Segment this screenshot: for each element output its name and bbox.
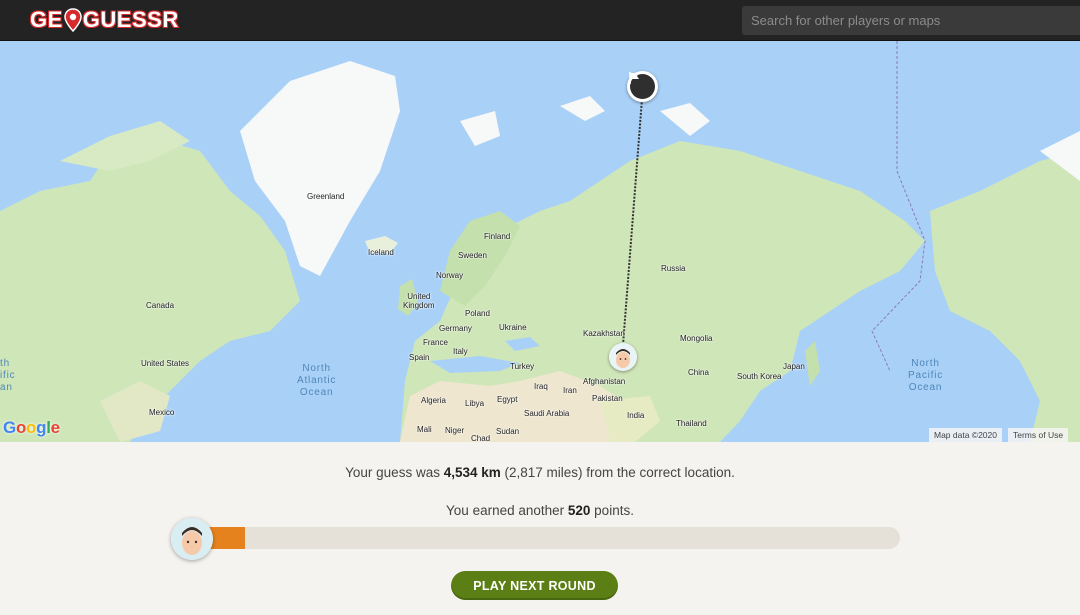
play-next-round-button[interactable]: PLAY NEXT ROUND: [451, 571, 618, 600]
label-poland: Poland: [465, 309, 490, 318]
logo-text-left: GE: [29, 6, 63, 33]
label-chad: Chad: [471, 434, 491, 442]
top-navigation-bar: GE GUESSR: [0, 0, 1080, 41]
map-data-attribution: Map data ©2020: [929, 428, 1002, 442]
location-pin-icon: [64, 8, 82, 32]
player-avatar-icon: [609, 343, 637, 371]
label-iraq: Iraq: [534, 382, 548, 391]
label-greenland: Greenland: [307, 192, 345, 201]
label-spain: Spain: [409, 353, 430, 362]
label-algeria: Algeria: [421, 396, 446, 405]
label-japan: Japan: [783, 362, 805, 371]
label-united-states: United States: [141, 359, 190, 368]
label-germany: Germany: [439, 324, 472, 333]
search-input[interactable]: [742, 6, 1080, 35]
points-message: You earned another 520 points.: [0, 503, 1080, 518]
label-kazakhstan: Kazakhstan: [583, 329, 625, 338]
label-mali: Mali: [417, 425, 432, 434]
distance-message: Your guess was 4,534 km (2,817 miles) fr…: [0, 465, 1080, 480]
points-suffix: points.: [590, 503, 634, 518]
label-sweden: Sweden: [458, 251, 487, 260]
player-avatar-icon: [171, 518, 213, 560]
label-saudi-arabia: Saudi Arabia: [524, 409, 570, 418]
label-norway: Norway: [436, 271, 464, 280]
label-afghanistan: Afghanistan: [583, 377, 626, 386]
label-canada: Canada: [146, 301, 175, 310]
geoguessr-logo[interactable]: GE GUESSR: [29, 6, 179, 33]
distance-miles: (2,817 miles) from the correct location.: [500, 465, 735, 480]
label-finland: Finland: [484, 232, 511, 241]
label-china: China: [688, 368, 709, 377]
result-map[interactable]: Greenland Iceland Finland Sweden Norway …: [0, 41, 1080, 442]
score-progress-bar: [183, 527, 900, 549]
flag-icon: [629, 72, 655, 99]
label-italy: Italy: [453, 347, 468, 356]
google-logo[interactable]: Google: [3, 418, 60, 438]
guess-location-marker[interactable]: [609, 343, 637, 371]
label-russia: Russia: [661, 264, 686, 273]
label-libya: Libya: [465, 399, 485, 408]
terms-of-use-link[interactable]: Terms of Use: [1008, 428, 1069, 442]
label-niger: Niger: [445, 426, 465, 435]
correct-location-marker[interactable]: [627, 71, 658, 102]
label-north-atlantic-ocean: North Atlantic Ocean: [297, 363, 337, 398]
player-avatar: [171, 518, 213, 560]
distance-prefix: Your guess was: [345, 465, 444, 480]
label-iceland: Iceland: [368, 248, 394, 257]
label-india: India: [627, 411, 645, 420]
label-iran: Iran: [563, 386, 577, 395]
label-uk: United Kingdom: [403, 292, 435, 310]
points-prefix: You earned another: [446, 503, 568, 518]
label-north-pacific-ocean: North Pacific Ocean: [908, 358, 944, 393]
label-mongolia: Mongolia: [680, 334, 713, 343]
label-france: France: [423, 338, 448, 347]
label-mexico: Mexico: [149, 408, 175, 417]
distance-km: 4,534 km: [443, 465, 501, 480]
label-ukraine: Ukraine: [499, 323, 527, 332]
round-results-panel: Your guess was 4,534 km (2,817 miles) fr…: [0, 442, 1080, 615]
label-south-korea: South Korea: [737, 372, 782, 381]
label-pakistan: Pakistan: [592, 394, 623, 403]
label-north-pacific-ocean-left: th ific an: [0, 358, 16, 393]
label-sudan: Sudan: [496, 427, 520, 436]
logo-text-right: GUESSR: [82, 6, 179, 33]
label-thailand: Thailand: [676, 419, 707, 428]
label-egypt: Egypt: [497, 395, 518, 404]
points-value: 520: [567, 503, 591, 518]
label-turkey: Turkey: [510, 362, 535, 371]
